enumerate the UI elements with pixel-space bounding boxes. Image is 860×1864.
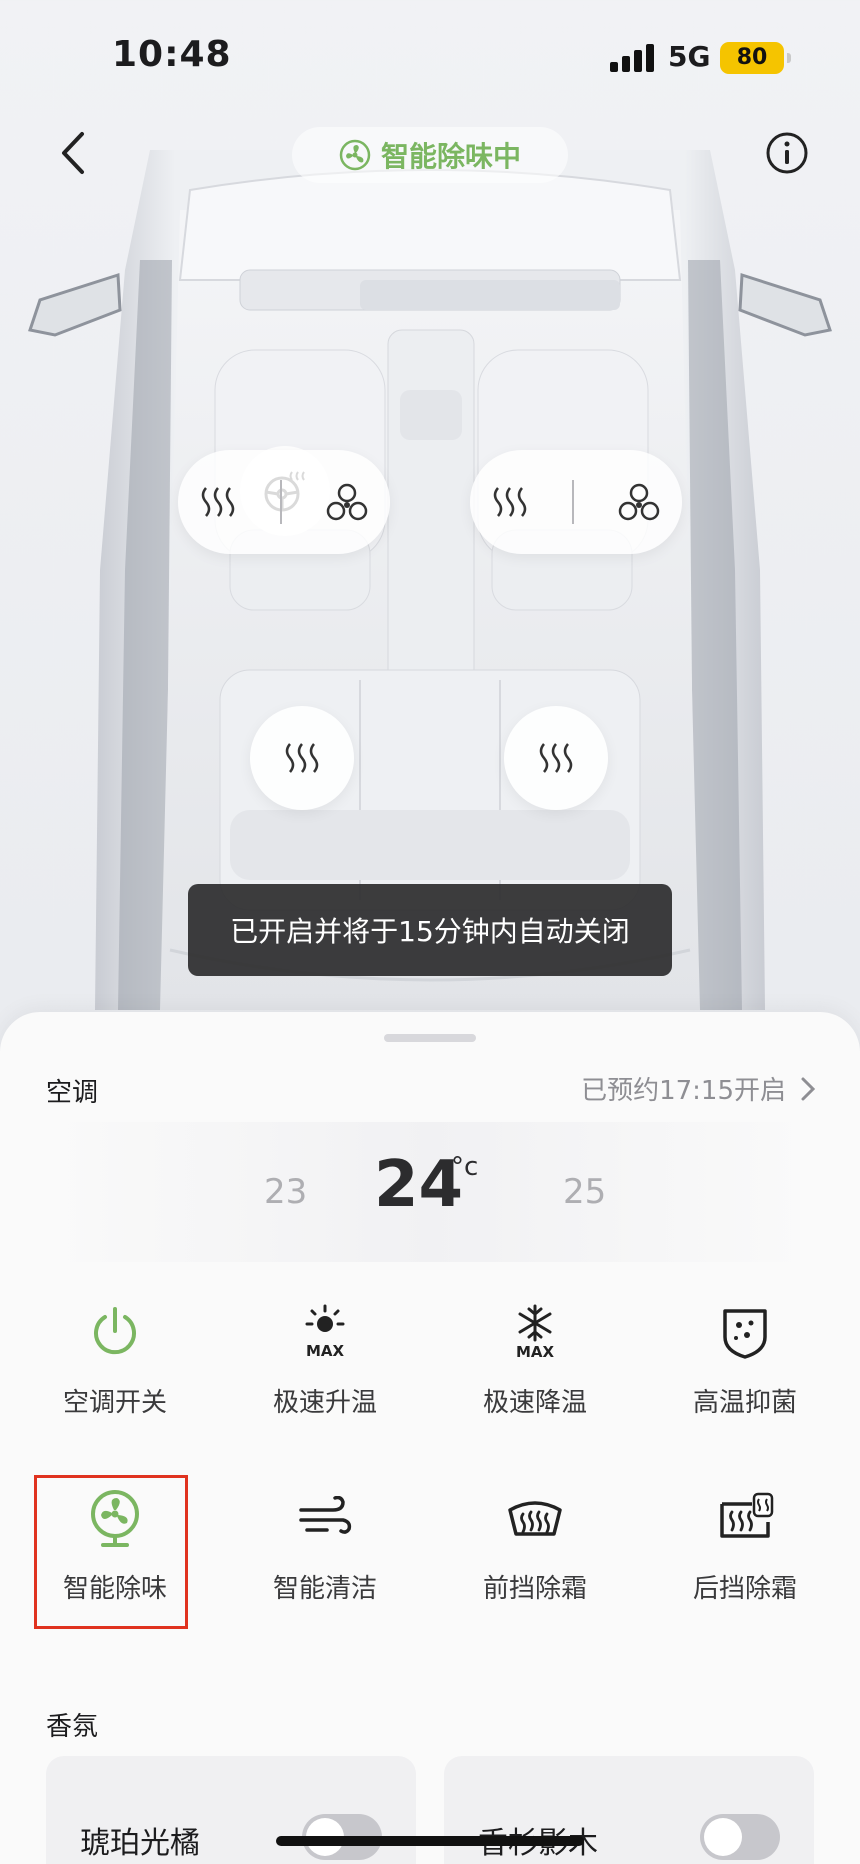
wind-icon — [295, 1488, 355, 1548]
function-label: 前挡除霜 — [482, 1574, 587, 1604]
shield-icon — [715, 1302, 775, 1362]
chevron-right-icon — [801, 1077, 816, 1100]
front-defrost-icon — [505, 1488, 565, 1548]
fragrance-name: 琥珀光橘 — [80, 1826, 200, 1861]
toast-message: 已开启并将于15分钟内自动关闭 — [188, 884, 672, 976]
fan-icon — [339, 139, 371, 171]
selection-highlight — [34, 1475, 188, 1629]
power-icon — [85, 1302, 145, 1362]
front-defrost-button[interactable]: 前挡除霜 — [445, 1488, 625, 1618]
function-label: 后挡除霜 — [692, 1574, 797, 1604]
function-label: 空调开关 — [62, 1388, 167, 1418]
seat-heat-icon[interactable] — [200, 486, 236, 518]
temp-higher-option[interactable]: 25 — [563, 1172, 606, 1212]
fragrance-section-title: 香氛 — [46, 1712, 99, 1742]
ac-power-button[interactable]: 空调开关 — [25, 1302, 205, 1432]
home-indicator[interactable] — [276, 1836, 584, 1846]
info-icon — [766, 132, 808, 174]
snowflake-max-icon: MAX — [505, 1302, 565, 1362]
seat-ventilation-icon[interactable] — [618, 483, 660, 521]
battery-icon: 80 — [720, 42, 791, 74]
signal-icon — [610, 44, 654, 72]
svg-text:MAX: MAX — [306, 1342, 345, 1360]
divider — [572, 480, 574, 524]
seat-heat-icon — [539, 743, 573, 773]
divider — [280, 480, 282, 524]
seat-heat-icon[interactable] — [492, 486, 528, 518]
rapid-cool-button[interactable]: MAX 极速降温 — [445, 1302, 625, 1432]
rear-right-seat-heat-button[interactable] — [504, 706, 608, 810]
temp-unit: °c — [451, 1152, 479, 1182]
seat-heat-icon — [285, 743, 319, 773]
function-label: 智能清洁 — [272, 1574, 377, 1604]
climate-sheet: 空调 已预约17:15开启 23 24 °c 25 空调开关 MAX 极速升温 — [0, 1012, 860, 1864]
sun-max-icon: MAX — [295, 1302, 355, 1362]
schedule-label: 已预约17:15开启 — [581, 1076, 786, 1106]
mode-status-label: 智能除味中 — [380, 140, 521, 173]
chevron-left-icon — [62, 132, 84, 174]
front-left-seat-controls — [178, 450, 390, 554]
smart-clean-button[interactable]: 智能清洁 — [235, 1488, 415, 1618]
function-label: 极速降温 — [482, 1388, 587, 1418]
seat-ventilation-icon[interactable] — [326, 483, 368, 521]
climate-section-title: 空调 — [46, 1078, 99, 1108]
rear-defrost-button[interactable]: 后挡除霜 — [655, 1488, 835, 1618]
high-temp-sterilize-button[interactable]: 高温抑菌 — [655, 1302, 835, 1432]
sheet-grabber[interactable] — [384, 1034, 476, 1042]
status-bar: 10:48 5G 80 — [0, 0, 860, 110]
schedule-link[interactable]: 已预约17:15开启 — [581, 1070, 816, 1107]
temp-current: 24 — [374, 1148, 464, 1222]
fragrance-toggle[interactable] — [700, 1814, 780, 1860]
fragrance-card[interactable]: 琥珀光橘 — [46, 1756, 416, 1864]
function-label: 高温抑菌 — [692, 1388, 797, 1418]
mode-status-pill: 智能除味中 — [292, 127, 568, 183]
rear-left-seat-heat-button[interactable] — [250, 706, 354, 810]
car-top-view — [28, 150, 832, 1010]
car-illustration — [0, 150, 860, 1010]
fragrance-card[interactable]: 香杉影木 — [444, 1756, 814, 1864]
info-button[interactable] — [765, 131, 809, 175]
front-right-seat-controls — [470, 450, 682, 554]
network-type: 5G — [668, 40, 711, 73]
rapid-heat-button[interactable]: MAX 极速升温 — [235, 1302, 415, 1432]
status-time: 10:48 — [112, 34, 232, 75]
function-label: 极速升温 — [272, 1388, 377, 1418]
rear-defrost-icon — [715, 1488, 775, 1548]
temp-lower-option[interactable]: 23 — [264, 1172, 307, 1212]
svg-text:MAX: MAX — [516, 1343, 555, 1360]
back-button[interactable] — [52, 128, 96, 178]
